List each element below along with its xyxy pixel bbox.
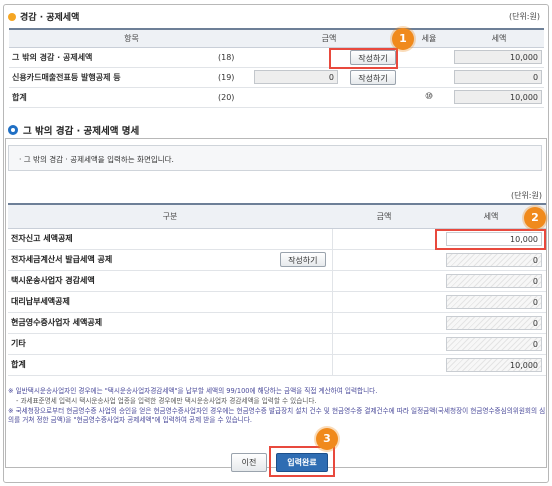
note-text: ※ 일반택시운송사업자인 경우에는 "택시운송사업자경감세액"을 납부할 세액의… [8, 387, 378, 395]
table-row: 그 밖의 경감 · 공제세액 (18) 작성하기 10,000 [9, 47, 545, 68]
row-label: 택시운송사업자 경감세액 [8, 270, 333, 292]
rate-symbol: ⑩ [404, 87, 455, 108]
step-badge-1: 1 [392, 28, 414, 50]
header-amount: 금액 [254, 28, 405, 48]
row-code: (20) [214, 87, 255, 108]
bullet-icon [8, 12, 16, 21]
table-row: 전자세금계산서 발급세액 공제 작성하기 0 [8, 249, 547, 271]
total-tax-field: 10,000 [446, 357, 543, 372]
table-row: 신용카드매출전표등 발행공제 등 (19) 0 작성하기 0 [9, 67, 545, 88]
table-row: 대리납부세액공제 0 [8, 291, 547, 313]
row-label: 전자신고 세액공제 [8, 228, 333, 250]
row-code: (18) [214, 47, 255, 68]
row-code: (19) [214, 67, 255, 88]
note-text: - 과세표준명세 입력시 택시운송사업 업종을 입력한 경우에만 택시운송사업자… [16, 397, 317, 405]
write-button-e-invoice[interactable]: 작성하기 [280, 252, 326, 267]
table-row: 기타 0 [8, 333, 547, 355]
table-row: 택시운송사업자 경감세액 0 [8, 270, 547, 292]
row-label: 합계 [9, 87, 214, 108]
highlight-box-3 [269, 446, 335, 477]
tax-field: 0 [446, 273, 543, 288]
row-label: 전자세금계산서 발급세액 공제 [8, 249, 180, 271]
section1-title-text: 경감 · 공제세액 [20, 13, 80, 23]
step-badge-2: 2 [524, 207, 546, 229]
tax-field: 0 [446, 336, 543, 351]
highlight-box-1 [329, 48, 398, 69]
step-badge-3: 3 [316, 428, 338, 450]
table-row: 현금영수증사업자 세액공제 0 [8, 312, 547, 334]
prev-button[interactable]: 이전 [231, 453, 267, 472]
section2-unit: (단위:원) [510, 191, 542, 200]
highlight-box-2 [435, 229, 546, 250]
deduction-summary-table: 항목 금액 세율 세액 그 밖의 경감 · 공제세액 (18) 작성하기 10,… [9, 28, 545, 108]
section1-unit: (단위:원) [508, 12, 540, 21]
table-header-row: 구분 금액 세액 [8, 203, 547, 229]
row-label: 신용카드매출전표등 발행공제 등 [9, 67, 214, 88]
table-row: 합계 (20) ⑩ 10,000 [9, 87, 545, 108]
amount-field: 0 [254, 70, 339, 84]
write-button-card-deduction[interactable]: 작성하기 [350, 69, 396, 85]
section1-title: 경감 · 공제세액 [8, 10, 79, 23]
tax-field: 0 [446, 252, 543, 267]
row-label: 합계 [8, 354, 333, 376]
section2-title: 그 밖의 경감 · 공제세액 명세 [8, 123, 139, 137]
header-tax: 세액 [454, 28, 545, 48]
section2-title-text: 그 밖의 경감 · 공제세액 명세 [23, 126, 140, 137]
table-header-row: 항목 금액 세율 세액 [9, 28, 545, 48]
info-message: · 그 밖의 경감 · 공제세액을 입력하는 화면입니다. [8, 145, 542, 171]
header-amount: 금액 [332, 203, 437, 229]
row-label: 그 밖의 경감 · 공제세액 [9, 47, 214, 68]
tax-field: 0 [446, 315, 543, 330]
tax-field: 0 [446, 294, 543, 309]
note-text: ※ 국세청장으로부터 현금영수증 사업의 승인을 얻은 현금영수증사업자인 경우… [8, 407, 546, 424]
tax-field: 10,000 [454, 50, 543, 64]
row-label: 현금영수증사업자 세액공제 [8, 312, 333, 334]
total-tax-field: 10,000 [454, 90, 543, 104]
row-label: 기타 [8, 333, 333, 355]
bullet-icon [8, 125, 18, 135]
notes: ※ 일반택시운송사업자인 경우에는 "택시운송사업자경감세액"을 납부할 세액의… [8, 387, 546, 426]
header-item: 항목 [9, 28, 255, 48]
tax-field: 0 [454, 70, 543, 84]
row-label: 대리납부세액공제 [8, 291, 333, 313]
header-category: 구분 [8, 203, 333, 229]
table-row: 합계 10,000 [8, 354, 547, 376]
